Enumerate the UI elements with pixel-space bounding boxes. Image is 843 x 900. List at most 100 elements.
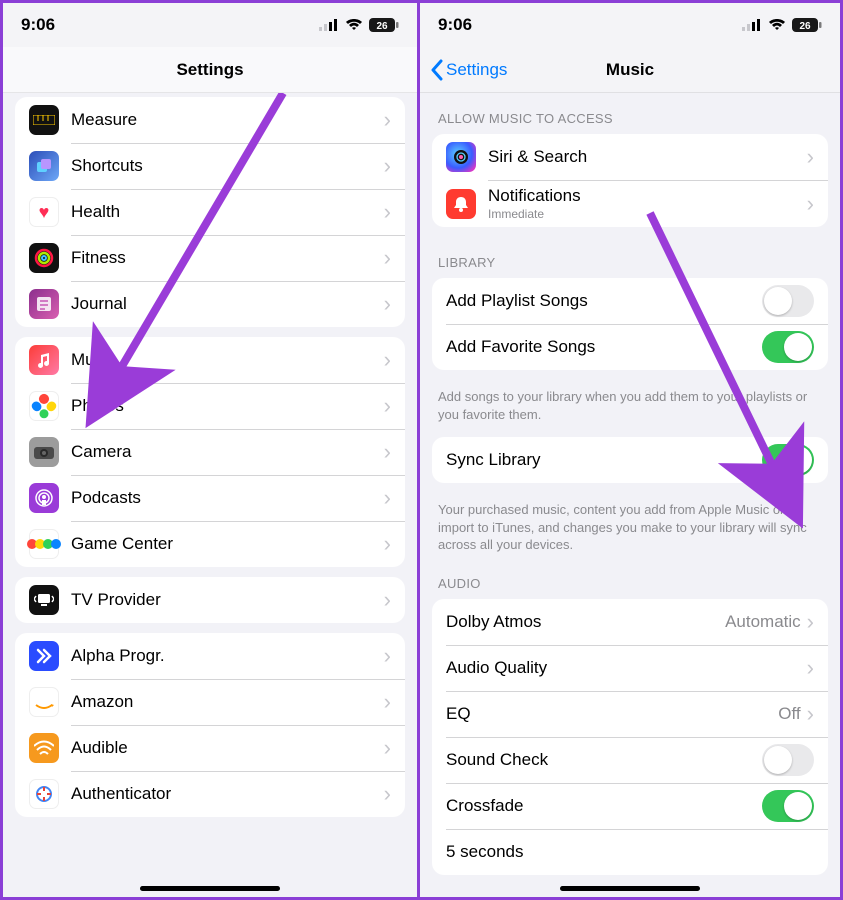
row-sound-check[interactable]: Sound Check xyxy=(432,737,828,783)
row-label: Siri & Search xyxy=(488,147,807,167)
chevron-right-icon: › xyxy=(384,737,391,759)
row-crossfade[interactable]: Crossfade xyxy=(432,783,828,829)
toggle[interactable] xyxy=(762,790,814,822)
row-label: Music xyxy=(71,350,384,370)
row-label: Game Center xyxy=(71,534,384,554)
row-dolby-atmos[interactable]: Dolby AtmosAutomatic› xyxy=(432,599,828,645)
wifi-icon xyxy=(345,19,363,31)
status-bar: 9:06 26 xyxy=(420,3,840,47)
status-indicators: 26 xyxy=(742,18,822,32)
health-icon: ♥ xyxy=(29,197,59,227)
settings-group: Siri & Search›NotificationsImmediate› xyxy=(432,134,828,227)
section-footer: Add songs to your library when you add t… xyxy=(420,380,840,427)
row-audio-quality[interactable]: Audio Quality› xyxy=(432,645,828,691)
podcast-icon xyxy=(29,483,59,513)
alpha-icon xyxy=(29,641,59,671)
toggle[interactable] xyxy=(762,444,814,476)
settings-screen: 9:06 26 Settings Measure›Shortcuts›♥Heal… xyxy=(0,0,420,900)
settings-group: Dolby AtmosAutomatic›Audio Quality›EQOff… xyxy=(432,599,828,875)
row-add-favorite-songs[interactable]: Add Favorite Songs xyxy=(432,324,828,370)
row-authenticator[interactable]: Authenticator› xyxy=(15,771,405,817)
row-photos[interactable]: Photos› xyxy=(15,383,405,429)
row-label: Podcasts xyxy=(71,488,384,508)
row-5-seconds[interactable]: 5 seconds xyxy=(432,829,828,875)
music-icon xyxy=(29,345,59,375)
chevron-right-icon: › xyxy=(384,247,391,269)
row-detail: Off xyxy=(778,704,800,724)
row-siri-search[interactable]: Siri & Search› xyxy=(432,134,828,180)
battery-icon: 26 xyxy=(792,18,822,32)
chevron-right-icon: › xyxy=(384,533,391,555)
svg-text:26: 26 xyxy=(799,21,811,32)
settings-group: Measure›Shortcuts›♥Health›Fitness›Journa… xyxy=(15,97,405,327)
row-label: Authenticator xyxy=(71,784,384,804)
row-label: Audible xyxy=(71,738,384,758)
page-title: Music xyxy=(606,60,654,80)
row-label: EQ xyxy=(446,704,778,724)
settings-group: Music›Photos›Camera›Podcasts›Game Center… xyxy=(15,337,405,567)
row-sublabel: Immediate xyxy=(488,207,807,221)
row-label: 5 seconds xyxy=(446,842,814,862)
settings-group: TV Provider› xyxy=(15,577,405,623)
row-alpha-progr-[interactable]: Alpha Progr.› xyxy=(15,633,405,679)
section-header: ALLOW MUSIC TO ACCESS xyxy=(420,93,840,134)
measure-icon xyxy=(29,105,59,135)
row-label: Fitness xyxy=(71,248,384,268)
row-podcasts[interactable]: Podcasts› xyxy=(15,475,405,521)
row-label: Add Playlist Songs xyxy=(446,291,762,311)
chevron-right-icon: › xyxy=(807,611,814,633)
svg-text:26: 26 xyxy=(376,21,388,32)
chevron-right-icon: › xyxy=(384,201,391,223)
row-label: Health xyxy=(71,202,384,222)
row-label: Sync Library xyxy=(446,450,762,470)
cellular-icon xyxy=(319,19,339,31)
camera-icon xyxy=(29,437,59,467)
row-journal[interactable]: Journal› xyxy=(15,281,405,327)
row-notifications[interactable]: NotificationsImmediate› xyxy=(432,180,828,227)
row-amazon[interactable]: Amazon› xyxy=(15,679,405,725)
journal-icon xyxy=(29,289,59,319)
tvprov-icon xyxy=(29,585,59,615)
status-indicators: 26 xyxy=(319,18,399,32)
row-label: Notifications xyxy=(488,186,807,206)
toggle[interactable] xyxy=(762,285,814,317)
music-scroll[interactable]: ALLOW MUSIC TO ACCESSSiri & Search›Notif… xyxy=(420,93,840,897)
row-label: Measure xyxy=(71,110,384,130)
row-eq[interactable]: EQOff› xyxy=(432,691,828,737)
row-label: TV Provider xyxy=(71,590,384,610)
row-add-playlist-songs[interactable]: Add Playlist Songs xyxy=(432,278,828,324)
settings-scroll[interactable]: Measure›Shortcuts›♥Health›Fitness›Journa… xyxy=(3,93,417,897)
row-tv-provider[interactable]: TV Provider› xyxy=(15,577,405,623)
chevron-right-icon: › xyxy=(384,109,391,131)
music-settings-screen: 9:06 26 Settings Music ALLOW MUSIC TO AC… xyxy=(420,0,843,900)
siri-icon xyxy=(446,142,476,172)
chevron-right-icon: › xyxy=(807,146,814,168)
row-music[interactable]: Music› xyxy=(15,337,405,383)
toggle[interactable] xyxy=(762,744,814,776)
row-measure[interactable]: Measure› xyxy=(15,97,405,143)
row-health[interactable]: ♥ Health› xyxy=(15,189,405,235)
chevron-right-icon: › xyxy=(384,349,391,371)
home-indicator xyxy=(140,886,280,891)
auth-icon xyxy=(29,779,59,809)
toggle[interactable] xyxy=(762,331,814,363)
row-game-center[interactable]: Game Center› xyxy=(15,521,405,567)
row-sync-library[interactable]: Sync Library xyxy=(432,437,828,483)
status-time: 9:06 xyxy=(21,15,55,35)
section-header: AUDIO xyxy=(420,558,840,599)
row-fitness[interactable]: Fitness› xyxy=(15,235,405,281)
nav-header: Settings xyxy=(3,47,417,93)
chevron-left-icon xyxy=(430,59,444,81)
row-label: Alpha Progr. xyxy=(71,646,384,666)
row-camera[interactable]: Camera› xyxy=(15,429,405,475)
settings-group: Add Playlist Songs Add Favorite Songs xyxy=(432,278,828,370)
row-audible[interactable]: Audible› xyxy=(15,725,405,771)
back-button[interactable]: Settings xyxy=(424,47,513,92)
chevron-right-icon: › xyxy=(807,193,814,215)
row-detail: Automatic xyxy=(725,612,801,632)
row-label: Journal xyxy=(71,294,384,314)
photos-icon xyxy=(29,391,59,421)
home-indicator xyxy=(560,886,700,891)
row-shortcuts[interactable]: Shortcuts› xyxy=(15,143,405,189)
amazon-icon xyxy=(29,687,59,717)
